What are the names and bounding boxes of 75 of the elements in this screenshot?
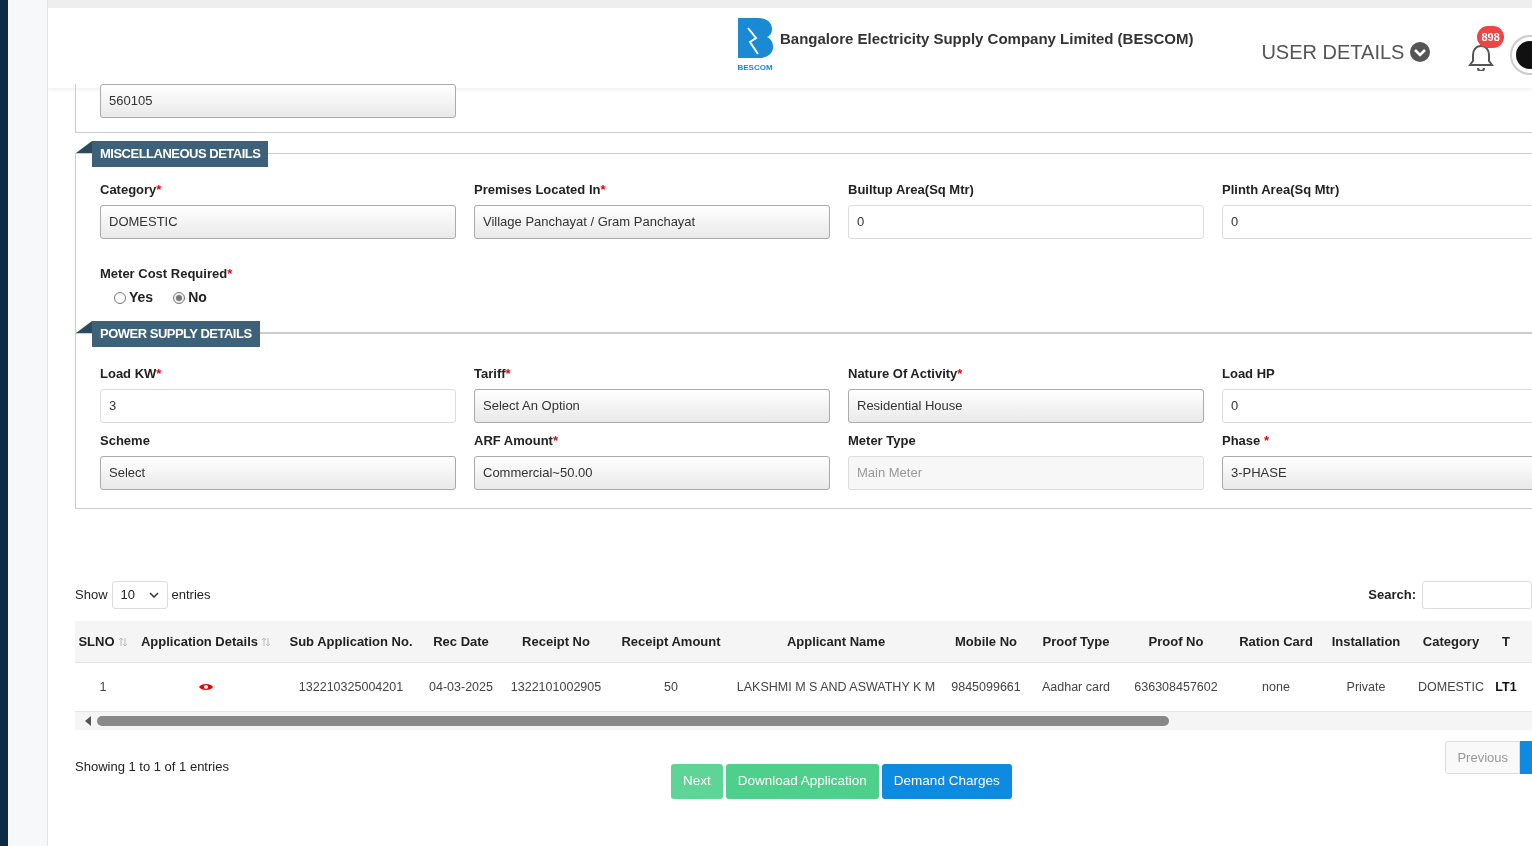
select-field[interactable]: 560105	[100, 84, 456, 118]
logo-text: BESCOM	[737, 64, 773, 72]
input-field[interactable]: 0	[1222, 205, 1532, 239]
table-cell-text: LT1	[1495, 678, 1517, 696]
notification-badge: 898	[1477, 26, 1504, 48]
entries-label: entries	[171, 586, 211, 605]
chevron-down-icon	[148, 592, 159, 598]
column-header[interactable]: Sub Application No.	[281, 631, 421, 652]
search-label: Search:	[1368, 586, 1416, 605]
table-cell-text: 04-03-2025	[429, 678, 493, 696]
field-label: Premises Located In*	[474, 181, 607, 198]
scroll-left-icon	[85, 716, 91, 726]
select-field[interactable]: Select An Option	[474, 389, 830, 423]
ribbon-fold-icon	[76, 141, 92, 153]
table-cell-text: 636308457602	[1134, 678, 1218, 696]
column-header[interactable]: Applicant Name	[731, 631, 941, 652]
table-info: Showing 1 to 1 of 1 entries	[75, 758, 229, 776]
select-field[interactable]: DOMESTIC	[100, 205, 456, 239]
field-label: ARF Amount*	[474, 432, 559, 449]
field-label: Scheme	[100, 432, 151, 449]
field-label: Tariff*	[474, 365, 512, 382]
table-cell-text: none	[1262, 678, 1290, 696]
table-cell-text: LAKSHMI M S AND ASWATHY K M	[736, 678, 936, 696]
select-field[interactable]: 3-PHASE	[1222, 456, 1532, 490]
chevron-down-icon	[1410, 42, 1431, 62]
field-label: Builtup Area(Sq Mtr)	[848, 181, 975, 198]
column-header[interactable]: Application Details	[131, 631, 281, 652]
column-header[interactable]: T	[1491, 631, 1521, 652]
column-header[interactable]: Proof No	[1121, 631, 1231, 652]
table-cell-text: 132210325004201	[298, 678, 404, 696]
column-header[interactable]: Installation	[1321, 631, 1411, 652]
field-label: Phase *	[1222, 432, 1270, 449]
table-cell-text: Private	[1346, 678, 1386, 696]
bell-icon[interactable]	[1468, 43, 1495, 71]
column-header[interactable]: Receipt No	[501, 631, 611, 652]
field-label: Meter Type	[848, 432, 917, 449]
action-button[interactable]: Demand Charges	[881, 763, 1012, 799]
radio-option[interactable]: Yes	[114, 287, 154, 308]
select-field[interactable]: Village Panchayat / Gram Panchayat	[474, 205, 830, 239]
table-cell-text: Aadhar card	[1041, 678, 1111, 696]
column-header[interactable]: Mobile No	[941, 631, 1031, 652]
radio-option[interactable]: No	[173, 287, 207, 308]
field-label: Category*	[100, 181, 163, 198]
table-cell-text: 1	[99, 678, 107, 696]
select-field[interactable]: Residential House	[848, 389, 1204, 423]
table-cell-text: 9845099661	[951, 678, 1021, 696]
field-label: Meter Cost Required*	[100, 265, 234, 282]
table-cell-text: DOMESTIC	[1418, 678, 1484, 696]
select-field[interactable]: Commercial~50.00	[474, 456, 830, 490]
column-header[interactable]: Category	[1411, 631, 1491, 652]
input-field[interactable]: 0	[848, 205, 1204, 239]
select-field[interactable]: Select	[100, 456, 456, 490]
search-field[interactable]	[1422, 581, 1532, 609]
field-label: Plinth Area(Sq Mtr)	[1222, 181, 1341, 198]
field-label: Nature Of Activity*	[848, 365, 964, 382]
column-header[interactable]: Ration Card	[1231, 631, 1321, 652]
user-details-menu[interactable]: USER DETAILS	[1261, 37, 1431, 67]
eye-icon[interactable]	[199, 682, 213, 692]
company-name: Bangalore Electricity Supply Company Limited (BESCOM)	[780, 29, 1194, 49]
column-header[interactable]: Rec Date	[421, 631, 501, 652]
input-field[interactable]: 0	[1222, 389, 1532, 423]
section-title: MISCELLANEOUS DETAILS	[92, 141, 269, 167]
horizontal-scrollbar[interactable]	[75, 712, 1532, 730]
section-title: POWER SUPPLY DETAILS	[92, 321, 260, 347]
table-cell-text: 1322101002905	[510, 678, 602, 696]
ribbon-fold-icon	[76, 321, 92, 333]
column-header[interactable]: SLNO	[75, 631, 131, 652]
field-label: Load KW*	[100, 365, 163, 382]
column-header[interactable]: Receipt Amount	[611, 631, 731, 652]
column-header[interactable]: Proof Type	[1031, 631, 1121, 652]
input-field[interactable]: 3	[100, 389, 456, 423]
show-label: Show	[75, 586, 108, 605]
table-cell-text: 50	[664, 678, 678, 696]
page-size-select[interactable]: 10	[111, 581, 168, 609]
field-label: Load HP	[1222, 365, 1276, 382]
